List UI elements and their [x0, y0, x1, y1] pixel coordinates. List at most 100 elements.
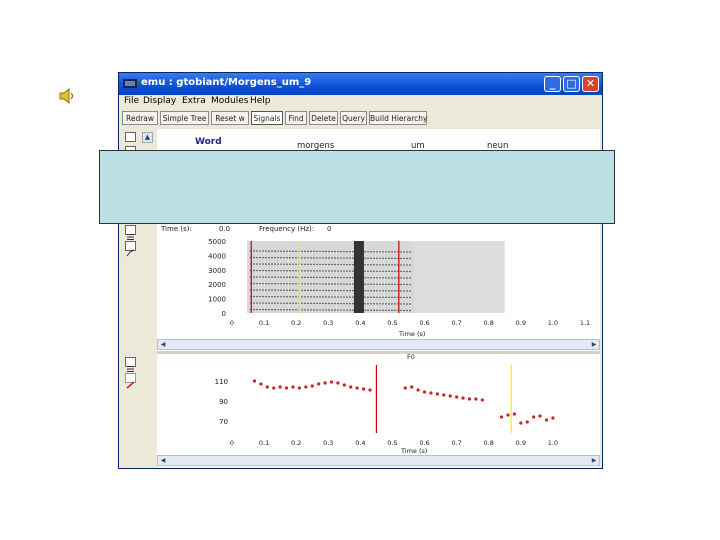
f0-x-tick: 0: [230, 439, 234, 447]
f0-point: [467, 397, 472, 401]
f0-point: [272, 386, 276, 390]
frequency-readout-value: 0: [327, 225, 332, 233]
spectrogram-panel[interactable]: 5000 4000 3000 2000 1000 0 0 0.1 0.2 0.3 0.4 0.5 0.…: [157, 233, 600, 337]
close-button[interactable]: ✕: [582, 76, 599, 92]
select-tool-icon[interactable]: [125, 132, 136, 142]
pitch-tool-icon[interactable]: [125, 373, 136, 389]
f0-x-tick: 0.5: [387, 439, 397, 447]
f0-point: [512, 412, 516, 416]
f0-point: [259, 382, 263, 386]
f0-x-tick: 0.3: [323, 439, 333, 447]
f0-point: [278, 385, 282, 389]
f0-point: [349, 385, 353, 389]
scroll-right-icon[interactable]: ▶: [589, 340, 599, 349]
find-button[interactable]: Find: [285, 111, 307, 125]
f0-point: [329, 380, 334, 384]
panel-divider[interactable]: [157, 351, 600, 354]
spectrogram-y-tick: 0: [222, 310, 226, 318]
f0-point: [304, 385, 308, 389]
word-tier-label: Word: [195, 137, 222, 147]
spectrogram-x-tick: 0.9: [516, 319, 526, 327]
menu-display[interactable]: Display: [143, 96, 176, 106]
f0-point: [422, 390, 427, 394]
menu-help[interactable]: Help: [250, 96, 271, 106]
build-hierarchy-button[interactable]: Build Hierarchy: [369, 111, 427, 125]
f0-x-label: Time (s): [401, 447, 428, 455]
spectrogram-y-tick: 2000: [208, 281, 226, 289]
f0-point: [474, 397, 478, 401]
menu-extra[interactable]: Extra: [182, 96, 206, 106]
app-icon: [123, 79, 137, 88]
spectrogram-x-tick: 0.8: [484, 319, 494, 327]
f0-point: [297, 386, 301, 390]
menu-modules[interactable]: Modules: [211, 96, 248, 106]
f0-x-tick: 0.1: [259, 439, 269, 447]
f0-point: [355, 386, 359, 390]
spectrogram-hscroll[interactable]: ◀ ▶: [157, 339, 600, 350]
f0-point: [403, 386, 407, 390]
f0-hscroll[interactable]: ◀ ▶: [157, 455, 600, 466]
f0-x-tick: 0.8: [484, 439, 494, 447]
scroll-left-icon-2[interactable]: ◀: [158, 456, 168, 465]
f0-point: [310, 384, 314, 388]
f0-point: [499, 415, 504, 419]
spectrogram-x-tick: 0.3: [323, 319, 333, 327]
f0-point: [368, 388, 372, 392]
scroll-left-icon[interactable]: ◀: [158, 340, 168, 349]
menu-bar: File Display Extra Modules Help: [119, 95, 602, 109]
overlay-box: [99, 150, 615, 224]
f0-point: [525, 420, 529, 424]
f0-point: [544, 418, 549, 422]
f0-point: [323, 381, 327, 385]
window-title: emu : gtobiant/Morgens_um_9: [141, 77, 312, 88]
f0-x-tick: 1.0: [548, 439, 558, 447]
f0-point: [551, 416, 555, 420]
f0-point: [291, 385, 295, 389]
lines-tool-icon[interactable]: [125, 225, 136, 240]
redraw-button[interactable]: Redraw: [122, 111, 158, 125]
query-button[interactable]: Query: [340, 111, 367, 125]
spectrogram-x-tick: 1.1: [580, 319, 590, 327]
f0-point: [506, 413, 510, 417]
lines-tool-icon-2[interactable]: [125, 357, 136, 372]
f0-point: [252, 379, 257, 383]
speaker-icon[interactable]: [58, 86, 78, 106]
f0-point: [317, 382, 321, 386]
emu-window: emu : gtobiant/Morgens_um_9 _ □ ✕ File D…: [118, 72, 603, 469]
f0-y-tick: 70: [219, 418, 228, 426]
f0-point: [480, 398, 484, 402]
f0-y-tick: 90: [219, 398, 228, 406]
time-readout-value: 0.0: [219, 225, 231, 233]
f0-point: [532, 415, 536, 419]
f0-point: [538, 414, 542, 418]
scroll-right-icon-2[interactable]: ▶: [589, 456, 599, 465]
f0-plot[interactable]: 110 90 70 0 0.1 0.2 0.3 0.4 0.5 0.6 0.7 0.8 0.9 1.0: [157, 359, 600, 459]
f0-x-tick: 0.9: [516, 439, 526, 447]
spectrogram-x-tick: 0.1: [259, 319, 269, 327]
delete-button[interactable]: Delete: [309, 111, 338, 125]
f0-point: [435, 392, 439, 396]
spectrogram-y-tick: 4000: [208, 252, 226, 260]
scroll-up-icon[interactable]: ▲: [142, 132, 153, 143]
f0-x-tick: 0.6: [419, 439, 429, 447]
time-readout-label: Time (s):: [161, 225, 192, 233]
signals-button[interactable]: Signals: [251, 111, 283, 125]
f0-point: [284, 386, 289, 390]
minimize-button[interactable]: _: [544, 76, 561, 92]
menu-file[interactable]: File: [124, 96, 139, 106]
reset-button[interactable]: Reset w: [211, 111, 249, 125]
f0-point: [448, 394, 452, 398]
maximize-button[interactable]: □: [563, 76, 580, 92]
f0-point: [336, 381, 340, 385]
f0-x-tick: 0.2: [291, 439, 301, 447]
f0-point: [461, 396, 465, 400]
f0-point: [342, 383, 346, 387]
f0-point: [519, 421, 523, 425]
title-bar[interactable]: emu : gtobiant/Morgens_um_9 _ □ ✕: [119, 73, 602, 95]
spectrogram-x-tick: 1.0: [548, 319, 558, 327]
zoom-tool-icon[interactable]: [125, 241, 136, 257]
spectrogram-y-tick: 1000: [208, 296, 226, 304]
f0-point: [416, 388, 420, 392]
simple-tree-button[interactable]: Simple Tree: [160, 111, 209, 125]
spectrogram-x-tick: 0.2: [291, 319, 301, 327]
